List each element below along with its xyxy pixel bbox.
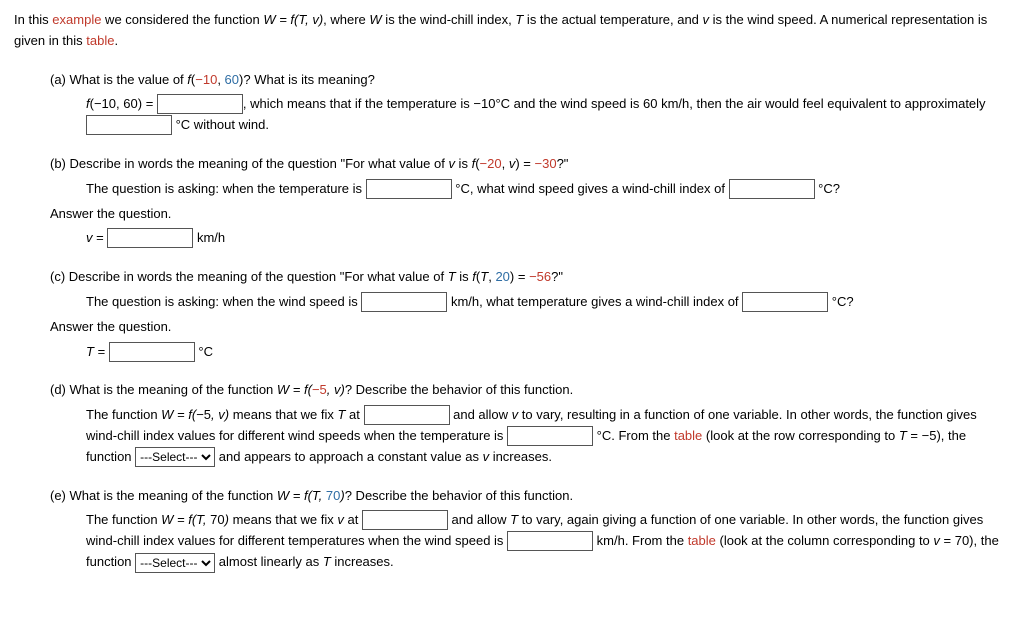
- part-b-answer-line: v = km/h: [14, 228, 1010, 249]
- a-equiv-input[interactable]: [86, 115, 172, 135]
- part-d-prompt: (d) What is the meaning of the function …: [14, 380, 1010, 401]
- part-e-prompt: (e) What is the meaning of the function …: [14, 486, 1010, 507]
- part-c-answer-line: T = °C: [14, 342, 1010, 363]
- c-t-input[interactable]: [109, 342, 195, 362]
- e-behavior-select[interactable]: ---Select---: [135, 553, 215, 573]
- part-c-prompt: (c) Describe in words the meaning of the…: [14, 267, 1010, 288]
- e-windspeed-input[interactable]: [507, 531, 593, 551]
- part-a-answer-line: f(−10, 60) = , which means that if the t…: [14, 94, 1010, 136]
- b-temp-input[interactable]: [366, 179, 452, 199]
- table-link-e[interactable]: table: [688, 533, 716, 548]
- c-windchill-input[interactable]: [742, 292, 828, 312]
- c-windspeed-input[interactable]: [361, 292, 447, 312]
- part-b-fill: The question is asking: when the tempera…: [14, 179, 1010, 200]
- part-a-prompt: (a) What is the value of f(−10, 60)? Wha…: [14, 70, 1010, 91]
- d-behavior-select[interactable]: ---Select---: [135, 447, 215, 467]
- e-fixv-input[interactable]: [362, 510, 448, 530]
- part-c-answer-label: Answer the question.: [14, 317, 1010, 338]
- d-temp-input[interactable]: [507, 426, 593, 446]
- b-v-input[interactable]: [107, 228, 193, 248]
- part-e-body: The function W = f(T, 70) means that we …: [14, 510, 1010, 572]
- part-c-fill: The question is asking: when the wind sp…: [14, 292, 1010, 313]
- table-link[interactable]: table: [86, 33, 114, 48]
- part-b-answer-label: Answer the question.: [14, 204, 1010, 225]
- part-d-body: The function W = f(−5, v) means that we …: [14, 405, 1010, 467]
- a-value-input[interactable]: [157, 94, 243, 114]
- part-b-prompt: (b) Describe in words the meaning of the…: [14, 154, 1010, 175]
- d-fixT-input[interactable]: [364, 405, 450, 425]
- intro-paragraph: In this example we considered the functi…: [14, 10, 1010, 52]
- example-link[interactable]: example: [52, 12, 101, 27]
- table-link-d[interactable]: table: [674, 428, 702, 443]
- b-windchill-input[interactable]: [729, 179, 815, 199]
